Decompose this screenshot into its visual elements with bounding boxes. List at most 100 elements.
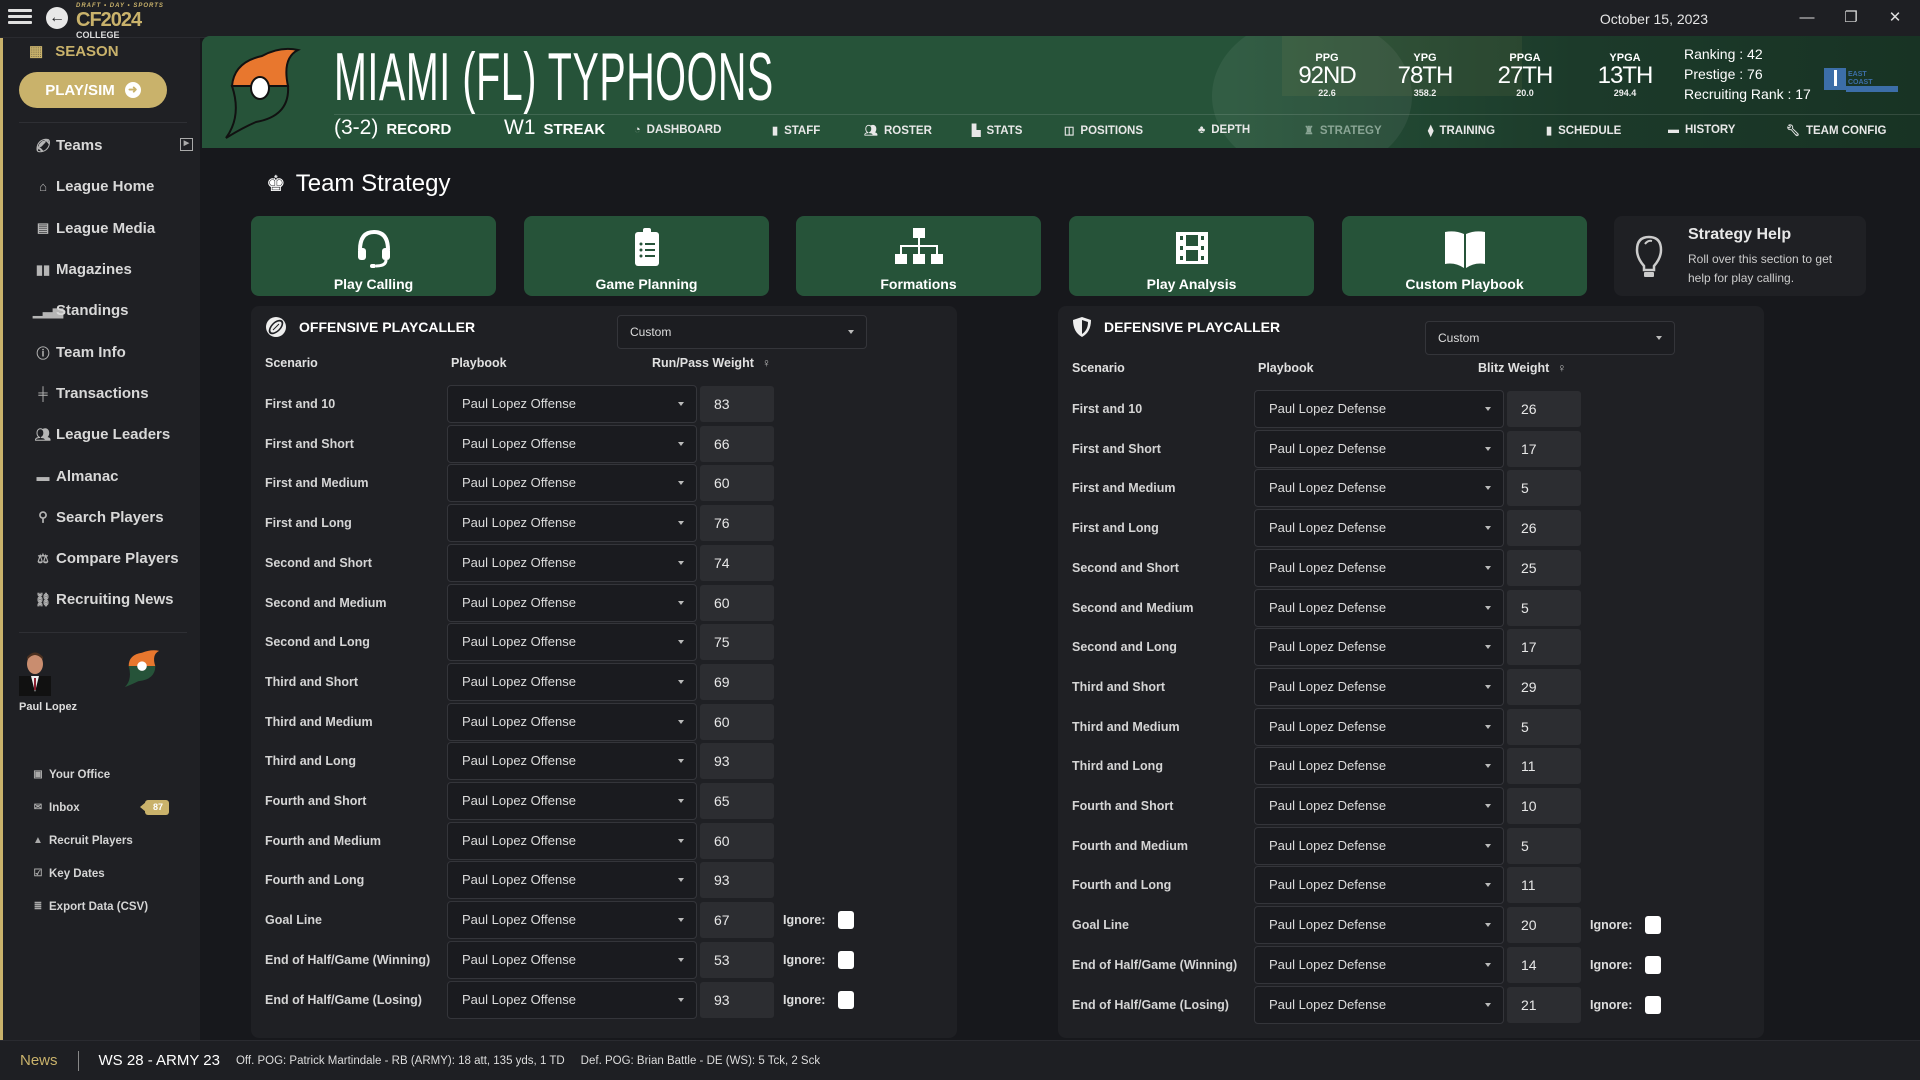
lightbulb-icon[interactable]: ♀: [1557, 361, 1566, 375]
play-calling-card[interactable]: Play Calling: [251, 216, 496, 296]
playbook-dropdown[interactable]: Paul Lopez Offense: [447, 464, 697, 503]
offensive-preset-dropdown[interactable]: Custom: [617, 315, 867, 349]
weight-input[interactable]: 83: [700, 386, 774, 422]
ignore-checkbox[interactable]: [1645, 916, 1661, 935]
weight-input[interactable]: 5: [1507, 708, 1581, 745]
hamburger-menu-icon[interactable]: [8, 6, 32, 28]
play-analysis-card[interactable]: Play Analysis: [1069, 216, 1314, 296]
weight-input[interactable]: 60: [700, 584, 774, 621]
tab-depth[interactable]: ♣ DEPTH: [1198, 124, 1250, 136]
ignore-checkbox[interactable]: [1645, 995, 1661, 1014]
ignore-checkbox[interactable]: [838, 990, 854, 1009]
playbook-dropdown[interactable]: Paul Lopez Defense: [1254, 509, 1504, 548]
sidebar-item-your-office[interactable]: ▣ Your Office: [31, 758, 181, 791]
tab-staff[interactable]: ▮ STAFF: [772, 124, 820, 138]
weight-input[interactable]: 67: [700, 902, 774, 939]
weight-input[interactable]: 11: [1507, 748, 1581, 785]
playbook-dropdown[interactable]: Paul Lopez Offense: [447, 504, 697, 543]
weight-input[interactable]: 93: [700, 981, 774, 1018]
playbook-dropdown[interactable]: Paul Lopez Defense: [1254, 906, 1504, 945]
playbook-dropdown[interactable]: Paul Lopez Defense: [1254, 588, 1504, 627]
weight-input[interactable]: 60: [700, 465, 774, 502]
weight-input[interactable]: 76: [700, 505, 774, 542]
playbook-dropdown[interactable]: Paul Lopez Defense: [1254, 429, 1504, 468]
weight-input[interactable]: 60: [700, 703, 774, 740]
playbook-dropdown[interactable]: Paul Lopez Defense: [1254, 707, 1504, 746]
weight-input[interactable]: 11: [1507, 867, 1581, 904]
playbook-dropdown[interactable]: Paul Lopez Offense: [447, 940, 697, 979]
weight-input[interactable]: 93: [700, 862, 774, 899]
tab-history[interactable]: ▬ HISTORY: [1668, 124, 1735, 136]
weight-input[interactable]: 60: [700, 822, 774, 859]
ignore-checkbox[interactable]: [1645, 955, 1661, 974]
weight-input[interactable]: 5: [1507, 827, 1581, 864]
playbook-dropdown[interactable]: Paul Lopez Offense: [447, 782, 697, 820]
tab-positions[interactable]: ◫ POSITIONS: [1064, 124, 1143, 138]
defensive-preset-dropdown[interactable]: Custom: [1425, 321, 1675, 355]
playbook-dropdown[interactable]: Paul Lopez Defense: [1254, 985, 1504, 1024]
weight-input[interactable]: 17: [1507, 629, 1581, 666]
sidebar-item-teams[interactable]: 🏈︎ Teams ▶: [33, 125, 193, 166]
game-score[interactable]: WS 28 - ARMY 23: [99, 1052, 220, 1069]
tab-schedule[interactable]: ▮ SCHEDULE: [1546, 124, 1621, 138]
restore-button[interactable]: ❐: [1834, 6, 1868, 30]
ignore-checkbox[interactable]: [838, 911, 854, 930]
sidebar-item-key-dates[interactable]: ☑ Key Dates: [31, 857, 181, 890]
playbook-dropdown[interactable]: Paul Lopez Offense: [447, 424, 697, 463]
custom-playbook-card[interactable]: Custom Playbook: [1342, 216, 1587, 296]
lightbulb-icon[interactable]: ♀: [762, 356, 771, 370]
tab-team-config[interactable]: 🔧︎ TEAM CONFIG: [1786, 124, 1886, 138]
weight-input[interactable]: 5: [1507, 470, 1581, 507]
weight-input[interactable]: 65: [700, 783, 774, 819]
sidebar-item-recruiting-news[interactable]: ⛓ Recruiting News: [33, 579, 183, 620]
playbook-dropdown[interactable]: Paul Lopez Offense: [447, 385, 697, 423]
playbook-dropdown[interactable]: Paul Lopez Defense: [1254, 826, 1504, 865]
weight-input[interactable]: 21: [1507, 986, 1581, 1023]
sidebar-item-transactions[interactable]: ╪ Transactions: [33, 373, 183, 414]
weight-input[interactable]: 14: [1507, 946, 1581, 983]
playbook-dropdown[interactable]: Paul Lopez Defense: [1254, 390, 1504, 428]
tab-dashboard[interactable]: ◔ DASHBOARD: [634, 124, 721, 136]
strategy-help[interactable]: Strategy Help Roll over this section to …: [1614, 216, 1866, 296]
tab-roster[interactable]: 👥︎ ROSTER: [864, 124, 932, 138]
playbook-dropdown[interactable]: Paul Lopez Offense: [447, 583, 697, 622]
team-logo-small[interactable]: [123, 646, 161, 690]
coach-avatar[interactable]: [17, 650, 53, 696]
close-button[interactable]: ✕: [1878, 6, 1912, 30]
weight-input[interactable]: 66: [700, 425, 774, 462]
weight-input[interactable]: 17: [1507, 430, 1581, 467]
weight-input[interactable]: 26: [1507, 510, 1581, 547]
playbook-dropdown[interactable]: Paul Lopez Defense: [1254, 548, 1504, 587]
playbook-dropdown[interactable]: Paul Lopez Defense: [1254, 667, 1504, 706]
tab-strategy[interactable]: ♜ STRATEGY: [1304, 124, 1382, 138]
weight-input[interactable]: 10: [1507, 788, 1581, 824]
sidebar-item-league-home[interactable]: ⌂ League Home: [33, 166, 183, 207]
sidebar-item-league-leaders[interactable]: 👥︎ League Leaders: [33, 414, 183, 455]
weight-input[interactable]: 93: [700, 743, 774, 780]
news-label[interactable]: News: [20, 1052, 58, 1069]
playbook-dropdown[interactable]: Paul Lopez Defense: [1254, 469, 1504, 508]
weight-input[interactable]: 29: [1507, 668, 1581, 705]
weight-input[interactable]: 20: [1507, 907, 1581, 944]
sidebar-item-compare-players[interactable]: ⚖ Compare Players: [33, 538, 183, 579]
tab-stats[interactable]: ▙ STATS: [972, 124, 1022, 138]
playbook-dropdown[interactable]: Paul Lopez Offense: [447, 980, 697, 1019]
play-sim-button[interactable]: PLAY/SIM ➜: [19, 72, 167, 108]
weight-input[interactable]: 74: [700, 544, 774, 581]
minimize-button[interactable]: —: [1790, 6, 1824, 30]
season-label[interactable]: ▦ SEASON: [29, 42, 119, 61]
weight-input[interactable]: 25: [1507, 549, 1581, 586]
playbook-dropdown[interactable]: Paul Lopez Offense: [447, 623, 697, 662]
playbook-dropdown[interactable]: Paul Lopez Defense: [1254, 747, 1504, 786]
sidebar-item-search-players[interactable]: ⚲ Search Players: [33, 497, 183, 538]
playbook-dropdown[interactable]: Paul Lopez Offense: [447, 821, 697, 860]
ignore-checkbox[interactable]: [838, 950, 854, 969]
playbook-dropdown[interactable]: Paul Lopez Offense: [447, 543, 697, 582]
playbook-dropdown[interactable]: Paul Lopez Defense: [1254, 945, 1504, 984]
expand-icon[interactable]: ▶: [180, 138, 193, 151]
weight-input[interactable]: 26: [1507, 391, 1581, 427]
sidebar-item-export-data[interactable]: ≣ Export Data (CSV): [31, 890, 181, 923]
weight-input[interactable]: 69: [700, 663, 774, 700]
sidebar-item-team-info[interactable]: ⓘ Team Info: [33, 331, 183, 372]
playbook-dropdown[interactable]: Paul Lopez Offense: [447, 702, 697, 741]
